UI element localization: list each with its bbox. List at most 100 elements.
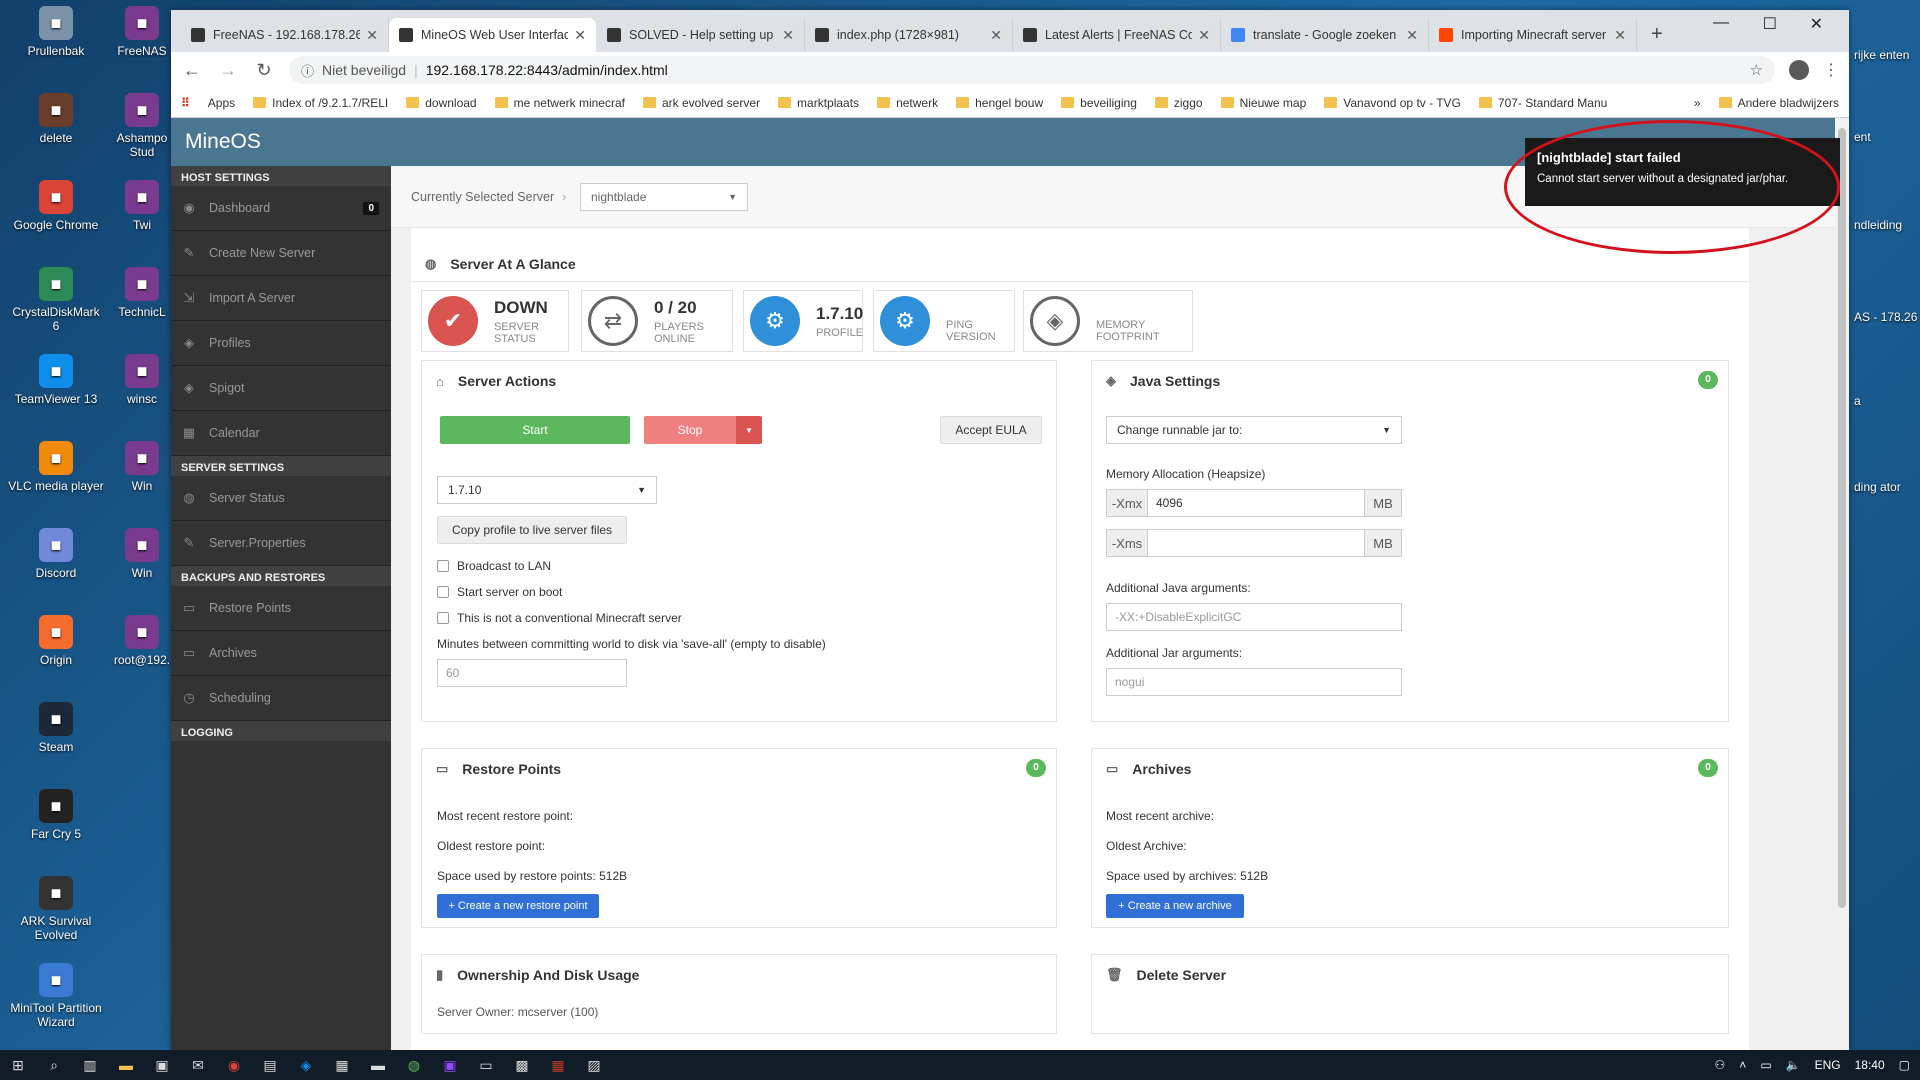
bookmark-item[interactable]: 707- Standard Manu — [1478, 96, 1607, 110]
close-tab-icon[interactable]: ✕ — [366, 27, 378, 44]
language-indicator[interactable]: ENG — [1815, 1058, 1841, 1072]
bookmark-item[interactable]: ark evolved server — [642, 96, 760, 110]
create-archive-button[interactable]: + Create a new archive — [1106, 894, 1244, 918]
browser-tab[interactable]: index.php (1728×981) ✕ — [805, 18, 1013, 52]
close-tab-icon[interactable]: ✕ — [990, 27, 1002, 44]
desktop-icon[interactable]: ■ Steam — [8, 702, 104, 754]
search-icon[interactable]: ⌕ — [36, 1050, 72, 1080]
commit-interval-input[interactable]: 60 — [437, 659, 627, 687]
windows-start-icon[interactable]: ⊞ — [0, 1050, 36, 1080]
app-icon[interactable]: ▬ — [360, 1050, 396, 1080]
browser-tab[interactable]: Latest Alerts | FreeNAS Co ✕ — [1013, 18, 1221, 52]
server-select[interactable]: nightblade ▼ — [580, 183, 748, 211]
winrar-taskbar-icon[interactable]: ▦ — [540, 1050, 576, 1080]
runnable-jar-select[interactable]: Change runnable jar to: ▼ — [1106, 416, 1402, 444]
unconventional-server-checkbox[interactable]: This is not a conventional Minecraft ser… — [437, 611, 682, 625]
bookmarks-overflow[interactable]: » — [1694, 96, 1701, 110]
bookmark-item[interactable]: beveiliging — [1061, 96, 1137, 110]
desktop-icon[interactable]: ■ Win — [112, 528, 172, 580]
desktop-icon[interactable]: ■ Origin — [8, 615, 104, 667]
profile-avatar[interactable] — [1789, 60, 1809, 80]
mail-icon[interactable]: ✉ — [180, 1050, 216, 1080]
star-icon[interactable]: ☆ — [1750, 61, 1763, 79]
checkbox-box[interactable] — [437, 560, 449, 572]
clock[interactable]: 18:40 — [1855, 1058, 1885, 1072]
reload-icon[interactable]: ↻ — [253, 60, 275, 81]
bookmark-item[interactable]: Nieuwe map — [1220, 96, 1306, 110]
bookmark-item[interactable]: Apps — [208, 96, 235, 110]
sidebar-item[interactable]: ◷ Scheduling — [171, 676, 391, 721]
browser-tab[interactable]: SOLVED - Help setting up ✕ — [597, 18, 805, 52]
sidebar-item[interactable]: ▦ Calendar — [171, 411, 391, 456]
close-tab-icon[interactable]: ✕ — [1614, 27, 1626, 44]
desktop-icon[interactable]: ■ Ashampo Stud — [112, 93, 172, 159]
desktop-icon[interactable]: ■ TeamViewer 13 — [8, 354, 104, 406]
back-arrow-icon[interactable]: ← — [181, 60, 203, 81]
bookmark-item[interactable]: Index of /9.2.1.7/RELI — [253, 96, 388, 110]
start-button[interactable]: Start — [440, 416, 630, 444]
copy-profile-button[interactable]: Copy profile to live server files — [437, 516, 627, 544]
omnibox[interactable]: ⓘ Niet beveiligd | 192.168.178.22:8443/a… — [289, 56, 1775, 84]
bookmark-item[interactable]: hengel bouw — [956, 96, 1043, 110]
desktop-icon[interactable]: ■ MiniTool Partition Wizard — [8, 963, 104, 1029]
desktop-icon[interactable]: ■ Far Cry 5 — [8, 789, 104, 841]
store-icon[interactable]: ▣ — [144, 1050, 180, 1080]
desktop-icon[interactable]: ■ FreeNAS — [112, 6, 172, 58]
desktop-icon[interactable]: ■ ARK Survival Evolved — [8, 876, 104, 942]
close-window-button[interactable]: ✕ — [1810, 14, 1823, 34]
xmx-input[interactable]: 4096 — [1147, 489, 1365, 517]
sidebar-item[interactable]: ▭ Archives — [171, 631, 391, 676]
brand-title[interactable]: MineOS — [185, 130, 261, 154]
close-tab-icon[interactable]: ✕ — [782, 27, 794, 44]
twitch-taskbar-icon[interactable]: ▣ — [432, 1050, 468, 1080]
sidebar-header-logging[interactable]: LOGGING — [171, 721, 391, 741]
close-tab-icon[interactable]: ✕ — [1406, 27, 1418, 44]
bookmark-item[interactable]: marktplaats — [778, 96, 859, 110]
stop-button[interactable]: Stop — [644, 416, 736, 444]
desktop-icon[interactable]: ■ delete — [8, 93, 104, 145]
network-icon[interactable]: ▭ — [1760, 1058, 1771, 1072]
sidebar-item[interactable]: ✎ Server.Properties — [171, 521, 391, 566]
sidebar-item[interactable]: ✎ Create New Server — [171, 231, 391, 276]
people-icon[interactable]: ⚇ — [1715, 1058, 1726, 1072]
notifications-icon[interactable]: ▢ — [1899, 1058, 1910, 1072]
volume-icon[interactable]: 🔈 — [1786, 1058, 1801, 1072]
create-restore-point-button[interactable]: + Create a new restore point — [437, 894, 599, 918]
page-scrollbar[interactable] — [1835, 118, 1849, 1050]
desktop-icon[interactable]: ■ Discord — [8, 528, 104, 580]
stop-dropdown-caret-icon[interactable]: ▼ — [736, 416, 762, 444]
url-text[interactable]: 192.168.178.22:8443/admin/index.html — [426, 62, 668, 78]
checkbox-box[interactable] — [437, 612, 449, 624]
new-tab-button[interactable]: + — [1651, 23, 1663, 46]
sidebar-item[interactable]: ▭ Restore Points — [171, 586, 391, 631]
bookmark-item[interactable]: Vanavond op tv - TVG — [1324, 96, 1461, 110]
teamviewer-taskbar-icon[interactable]: ◈ — [288, 1050, 324, 1080]
sidebar-item[interactable]: ◈ Profiles — [171, 321, 391, 366]
checkbox-box[interactable] — [437, 586, 449, 598]
sidebar-item[interactable]: ⇲ Import A Server — [171, 276, 391, 321]
desktop-icon[interactable]: ■ winsc — [112, 354, 172, 406]
maximize-button[interactable]: ☐ — [1763, 14, 1777, 34]
desktop-icon[interactable]: ■ Prullenbak — [8, 6, 104, 58]
browser-tab[interactable]: FreeNAS - 192.168.178.26 ✕ — [181, 18, 389, 52]
menu-dots-icon[interactable]: ⋮ — [1823, 60, 1839, 80]
minimize-button[interactable]: — — [1713, 14, 1729, 32]
other-bookmarks[interactable]: Andere bladwijzers — [1718, 96, 1839, 110]
chrome-taskbar-icon[interactable]: ◉ — [216, 1050, 252, 1080]
app-icon[interactable]: ◍ — [396, 1050, 432, 1080]
desktop-icon[interactable]: ■ Twi — [112, 180, 172, 232]
desktop-icon[interactable]: ■ Google Chrome — [8, 180, 104, 232]
broadcast-lan-checkbox[interactable]: Broadcast to LAN — [437, 559, 551, 573]
bookmark-item[interactable]: ziggo — [1154, 96, 1203, 110]
app-icon[interactable]: ▩ — [504, 1050, 540, 1080]
bookmark-item[interactable]: netwerk — [877, 96, 938, 110]
chevron-up-icon[interactable]: ˄ — [1739, 1058, 1746, 1072]
app-icon[interactable]: ▦ — [324, 1050, 360, 1080]
file-explorer-icon[interactable]: ▬ — [108, 1050, 144, 1080]
sidebar-item[interactable]: ◉ Dashboard 0 — [171, 186, 391, 231]
accept-eula-button[interactable]: Accept EULA — [940, 416, 1042, 444]
app-icon[interactable]: ▨ — [576, 1050, 612, 1080]
desktop-icon[interactable]: ■ TechnicL — [112, 267, 172, 319]
desktop-icon[interactable]: ■ Win — [112, 441, 172, 493]
start-on-boot-checkbox[interactable]: Start server on boot — [437, 585, 562, 599]
